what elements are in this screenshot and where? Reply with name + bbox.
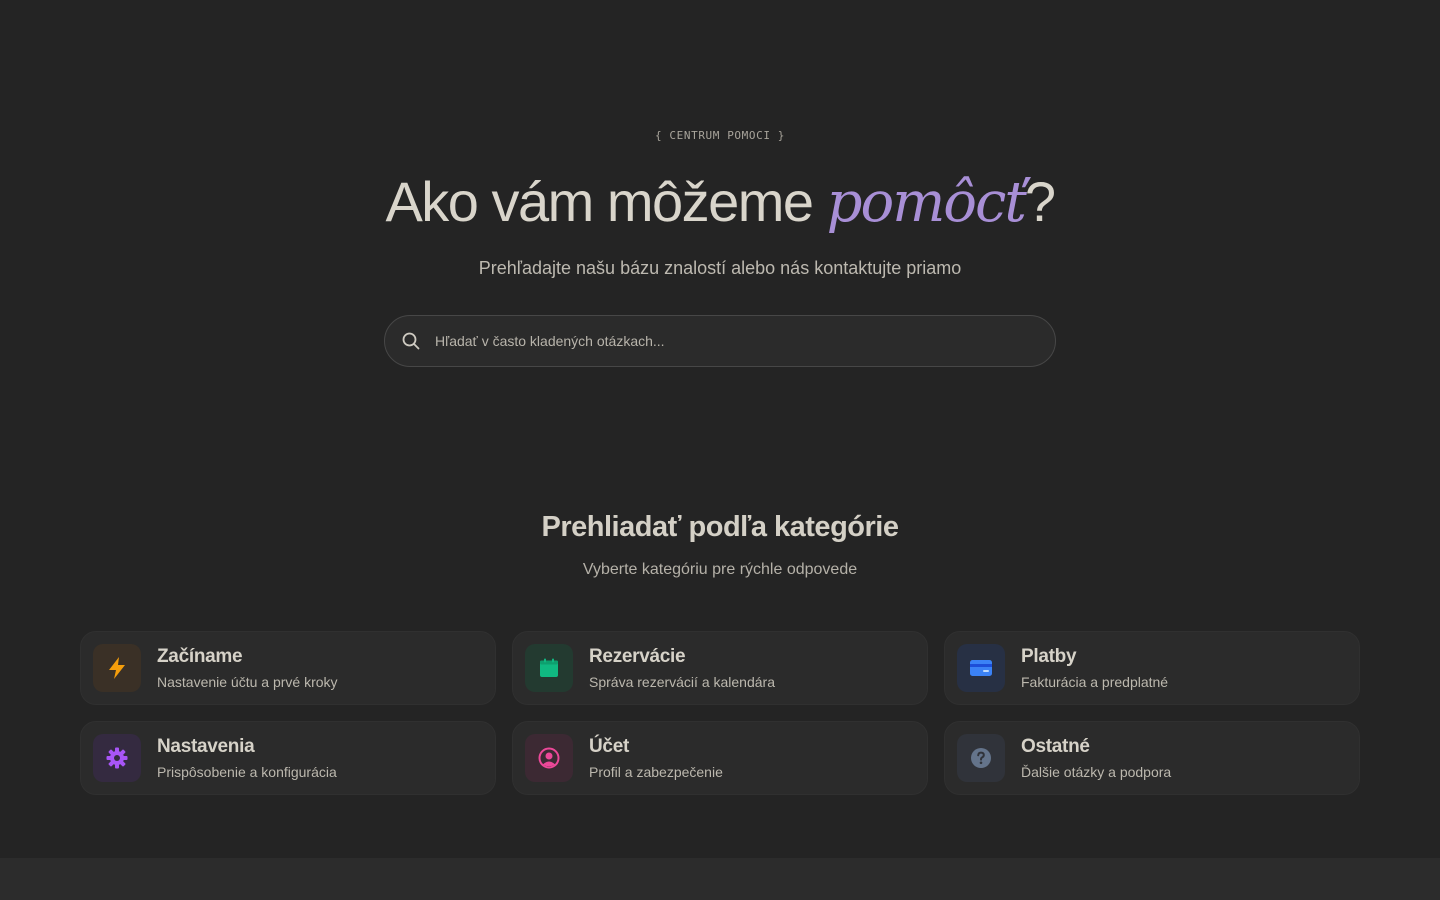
categories-grid: Začíname Nastavenie účtu a prvé kroky Re…	[80, 631, 1360, 795]
headline-end: ?	[1024, 170, 1056, 233]
category-description: Profil a zabezpečenie	[589, 764, 723, 780]
category-description: Prispôsobenie a konfigurácia	[157, 764, 337, 780]
gear-icon	[93, 734, 141, 782]
headline-accent: pomôcť	[826, 170, 1027, 235]
category-title: Ostatné	[1021, 736, 1090, 757]
category-description: Správa rezervácií a kalendára	[589, 674, 775, 690]
category-card-payments[interactable]: Platby Fakturácia a predplatné	[944, 631, 1360, 705]
search-icon	[401, 331, 421, 351]
categories-subtitle: Vyberte kategóriu pre rýchle odpovede	[582, 561, 858, 578]
user-circle-icon	[525, 734, 573, 782]
eyebrow-label: { CENTRUM POMOCI }	[654, 129, 785, 142]
calendar-icon	[525, 644, 573, 692]
search-bar[interactable]	[384, 315, 1056, 367]
category-card-reservations[interactable]: Rezervácie Správa rezervácií a kalendára	[512, 631, 928, 705]
category-card-other[interactable]: Ostatné Ďalšie otázky a podpora	[944, 721, 1360, 795]
categories-title: Prehliadať podľa kategórie	[541, 511, 899, 543]
category-description: Ďalšie otázky a podpora	[1021, 764, 1172, 780]
category-title: Platby	[1021, 646, 1077, 667]
category-title: Začíname	[157, 646, 243, 667]
category-card-settings[interactable]: Nastavenia Prispôsobenie a konfigurácia	[80, 721, 496, 795]
category-title: Účet	[589, 736, 629, 757]
page-title: Ako vám môžeme pomôcť?	[0, 166, 1440, 239]
lightning-icon	[93, 644, 141, 692]
headline-main: Ako vám môžeme	[385, 170, 827, 233]
question-icon	[957, 734, 1005, 782]
category-card-account[interactable]: Účet Profil a zabezpečenie	[512, 721, 928, 795]
credit-card-icon	[957, 644, 1005, 692]
help-center-page: { CENTRUM POMOCI } Ako vám môžeme pomôcť…	[0, 0, 1440, 900]
footer-band	[0, 858, 1440, 900]
category-description: Fakturácia a predplatné	[1021, 674, 1169, 690]
hero-subtitle: Prehľadajte našu bázu znalostí alebo nás…	[478, 258, 962, 278]
category-title: Nastavenia	[157, 736, 255, 757]
category-title: Rezervácie	[589, 646, 686, 667]
search-input[interactable]	[435, 326, 1055, 356]
category-description: Nastavenie účtu a prvé kroky	[157, 674, 338, 690]
category-card-getting-started[interactable]: Začíname Nastavenie účtu a prvé kroky	[80, 631, 496, 705]
